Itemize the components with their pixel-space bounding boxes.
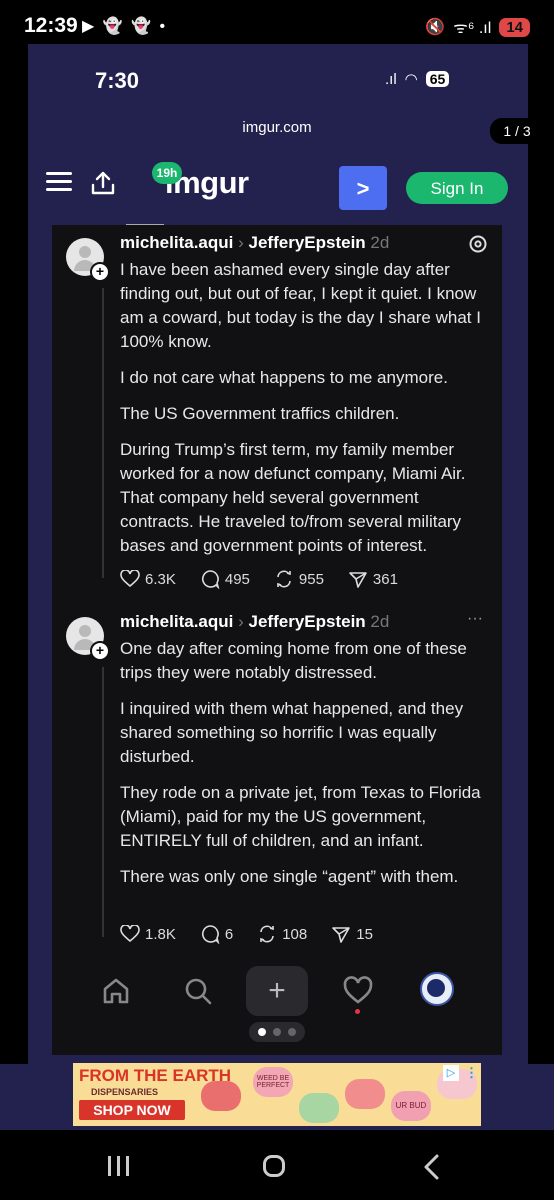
battery-badge: 14 xyxy=(499,17,530,37)
comment-button[interactable]: 6 xyxy=(200,924,233,944)
post-age: 2d xyxy=(370,612,390,631)
repost-icon xyxy=(260,925,275,943)
signal-icon: ᯤ⁶ .ıl xyxy=(453,20,492,37)
post-paragraph: One day after coming home from one of th… xyxy=(120,639,467,682)
send-icon xyxy=(332,927,351,943)
profile-avatar[interactable] xyxy=(420,972,454,1006)
post-age: 2d xyxy=(370,233,390,252)
home-icon[interactable] xyxy=(100,975,132,1007)
thread-line xyxy=(102,667,104,937)
notification-badge: 19h xyxy=(152,162,182,184)
upload-icon[interactable] xyxy=(90,170,116,196)
candy-heart xyxy=(345,1079,385,1109)
post-stats: 6.3K 495 955 361 xyxy=(120,569,398,589)
shop-now-button[interactable]: SHOP NOW xyxy=(79,1100,185,1120)
share-button[interactable]: 15 xyxy=(331,924,373,944)
sign-in-button[interactable]: Sign In xyxy=(406,172,508,204)
send-icon xyxy=(349,572,367,588)
ad-subtitle: DISPENSARIES xyxy=(91,1087,159,1097)
adchoices-icon[interactable]: ▷ xyxy=(443,1065,459,1081)
chevron-right-icon: › xyxy=(238,233,244,252)
heart-icon xyxy=(120,925,140,943)
heart-icon xyxy=(120,570,140,588)
menu-icon[interactable] xyxy=(46,172,72,192)
post-paragraph: I have been ashamed every single day aft… xyxy=(120,260,481,351)
activity-dot xyxy=(355,1009,360,1014)
post-paragraph: During Trump’s first term, my family mem… xyxy=(120,440,466,555)
candy-heart xyxy=(299,1093,339,1123)
follow-plus-icon[interactable]: + xyxy=(90,641,110,661)
post-paragraph: I inquired with them what happened, and … xyxy=(120,699,464,766)
post-paragraph: There was only one single “agent” with t… xyxy=(120,867,459,886)
inner-status-icons: .ıl ◠ 65 xyxy=(385,70,450,88)
recents-icon[interactable] xyxy=(108,1156,129,1176)
more-options-icon[interactable]: ··· xyxy=(467,610,483,628)
inner-battery: 65 xyxy=(425,71,450,87)
ad-banner[interactable]: FROM THE EARTH DISPENSARIES SHOP NOW WEE… xyxy=(73,1063,481,1126)
share-button[interactable]: 361 xyxy=(348,569,398,589)
candy-heart: WEED BE PERFECT xyxy=(253,1067,293,1097)
image-pager: 1 / 3 xyxy=(490,118,544,144)
home-button-icon[interactable] xyxy=(263,1155,285,1177)
threads-icon[interactable] xyxy=(468,234,488,254)
thread-line xyxy=(102,288,104,578)
repost-button[interactable]: 955 xyxy=(274,569,324,589)
signal-icon: .ıl xyxy=(385,70,397,88)
like-button[interactable]: 6.3K xyxy=(120,570,176,588)
candy-heart xyxy=(201,1081,241,1111)
repost-button[interactable]: 108 xyxy=(257,924,307,944)
comment-icon xyxy=(201,570,220,589)
status-time: 12:39 xyxy=(24,14,78,37)
wifi-icon: ◠ xyxy=(404,71,418,88)
repost-icon xyxy=(277,570,291,588)
reply-to-user[interactable]: JefferyEpstein xyxy=(249,612,366,631)
comment-button[interactable]: 495 xyxy=(200,569,250,589)
reply-to-user[interactable]: JefferyEpstein xyxy=(249,233,366,252)
status-right: 🔇 ᯤ⁶ .ıl 14 xyxy=(425,16,530,38)
mute-icon: 🔇 xyxy=(425,19,446,36)
next-button[interactable]: > xyxy=(339,166,387,210)
candy-heart: UR BUD xyxy=(391,1091,431,1121)
post-paragraph: They rode on a private jet, from Texas t… xyxy=(120,783,481,850)
inner-time: 7:30 xyxy=(95,68,140,93)
notification-icons: ▶ 👻 👻 • xyxy=(82,18,168,35)
follow-plus-icon[interactable]: + xyxy=(90,262,110,282)
post-body: I have been ashamed every single day aft… xyxy=(120,258,492,570)
comment-icon xyxy=(201,925,220,944)
search-icon[interactable] xyxy=(182,975,214,1007)
post-paragraph: The US Government traffics children. xyxy=(120,404,400,423)
post-meta: michelita.aqui › JefferyEpstein 2d xyxy=(120,612,389,632)
post-meta: michelita.aqui › JefferyEpstein 2d xyxy=(120,233,389,253)
post-body: One day after coming home from one of th… xyxy=(120,637,492,901)
new-post-button[interactable]: + xyxy=(246,966,308,1016)
ad-menu-icon[interactable]: ⋮ xyxy=(465,1065,478,1081)
chevron-right-icon: › xyxy=(238,612,244,631)
post-paragraph: I do not care what happens to me anymore… xyxy=(120,368,448,387)
username[interactable]: michelita.aqui xyxy=(120,233,233,252)
carousel-dots xyxy=(249,1022,305,1042)
heart-icon[interactable] xyxy=(342,975,374,1007)
back-icon[interactable] xyxy=(422,1154,442,1180)
username[interactable]: michelita.aqui xyxy=(120,612,233,631)
post-stats: 1.8K 6 108 15 xyxy=(120,924,373,944)
url-bar[interactable]: imgur.com xyxy=(0,119,554,136)
like-button[interactable]: 1.8K xyxy=(120,925,176,943)
